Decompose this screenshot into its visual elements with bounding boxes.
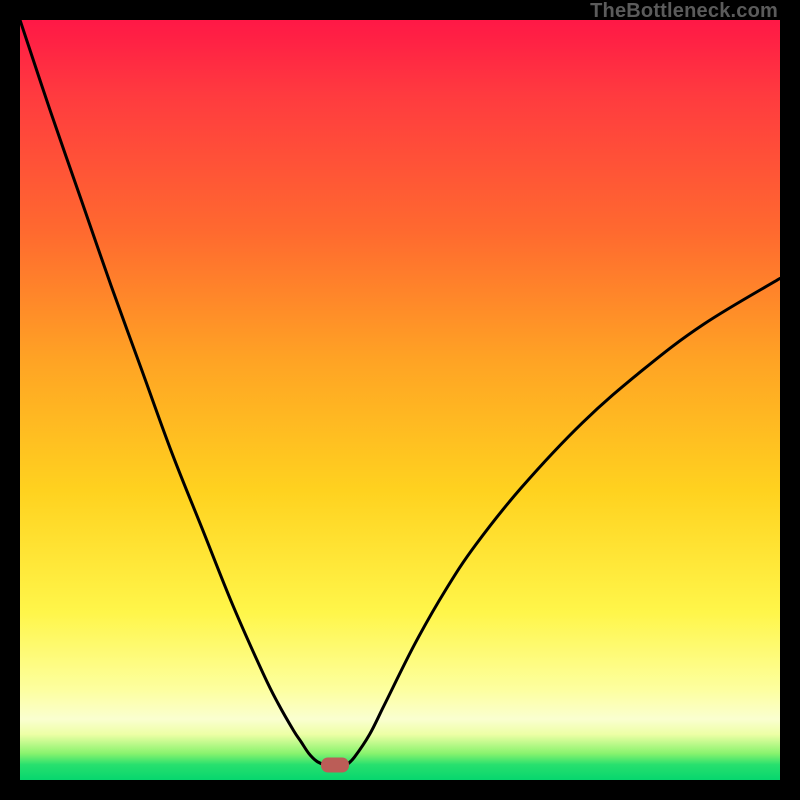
bottleneck-chart [20, 20, 780, 780]
chart-frame: TheBottleneck.com [0, 0, 800, 800]
curve-left-arm [20, 20, 324, 765]
curve-right-arm [347, 278, 780, 764]
minimum-marker [321, 757, 349, 772]
curve-svg [20, 20, 780, 780]
